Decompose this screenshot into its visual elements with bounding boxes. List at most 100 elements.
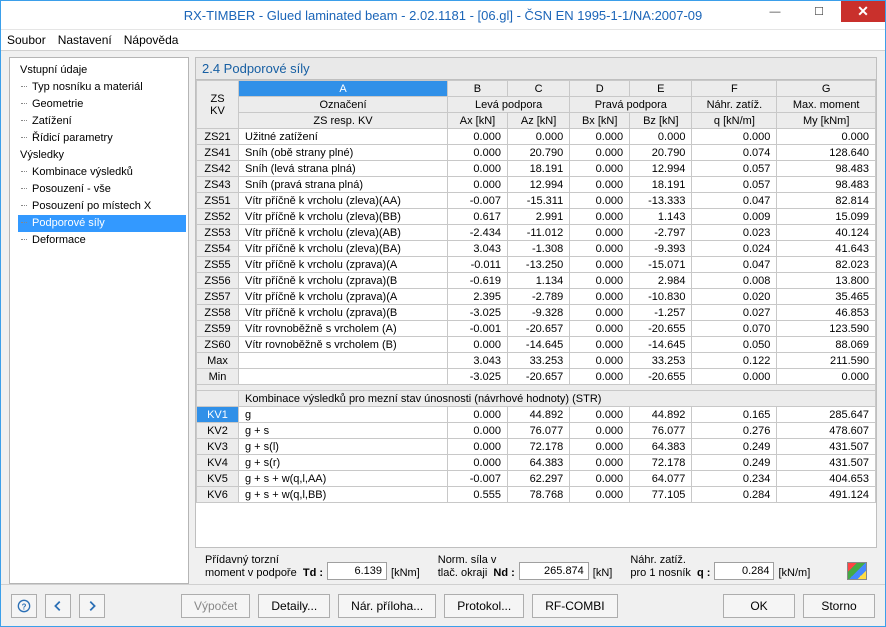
cell-bz: 77.105 bbox=[630, 487, 692, 503]
table-row[interactable]: ZS53 Vítr příčně k vrcholu (zleva)(AB) -… bbox=[197, 225, 876, 241]
col-letter-b[interactable]: B bbox=[448, 81, 508, 97]
cell-bx: 0.000 bbox=[570, 305, 630, 321]
results-grid[interactable]: ZSKV A B C D E F G Označení Levá podpora bbox=[195, 79, 877, 548]
col-ax[interactable]: Ax [kN] bbox=[448, 113, 508, 129]
col-letter-e[interactable]: E bbox=[630, 81, 692, 97]
torsion-input[interactable] bbox=[327, 562, 387, 580]
cell-az: 20.790 bbox=[507, 145, 569, 161]
prev-icon-button[interactable] bbox=[45, 594, 71, 618]
cell-bx: 0.000 bbox=[570, 487, 630, 503]
protokol-button[interactable]: Protokol... bbox=[444, 594, 524, 618]
nahr-input[interactable] bbox=[714, 562, 774, 580]
cell-az: 2.991 bbox=[507, 209, 569, 225]
col-nahr-zatiz[interactable]: Náhr. zatíž. bbox=[692, 97, 777, 113]
cell-ax: 0.000 bbox=[448, 161, 508, 177]
cell-bx: 0.000 bbox=[570, 471, 630, 487]
cell-bx: 0.000 bbox=[570, 225, 630, 241]
col-my[interactable]: My [kNm] bbox=[777, 113, 876, 129]
table-row[interactable]: ZS56 Vítr příčně k vrcholu (zprava)(B -0… bbox=[197, 273, 876, 289]
menu-soubor[interactable]: Soubor bbox=[7, 33, 46, 47]
detaily-button[interactable]: Detaily... bbox=[258, 594, 330, 618]
col-bz[interactable]: Bz [kN] bbox=[630, 113, 692, 129]
nav-vysledky[interactable]: Výsledky bbox=[18, 147, 186, 164]
panel-title: 2.4 Podporové síly bbox=[195, 57, 877, 79]
nav-podporove-sily[interactable]: Podporové síly bbox=[18, 215, 186, 232]
cell-q: 0.000 bbox=[692, 369, 777, 385]
cell-q: 0.047 bbox=[692, 257, 777, 273]
menu-napoveda[interactable]: Nápověda bbox=[124, 33, 179, 47]
nav-vstupni-udaje[interactable]: Vstupní údaje bbox=[18, 62, 186, 79]
cell-ax: 0.000 bbox=[448, 337, 508, 353]
row-label: g + s(l) bbox=[239, 439, 448, 455]
col-az[interactable]: Az [kN] bbox=[507, 113, 569, 129]
table-row[interactable]: ZS58 Vítr příčně k vrcholu (zprava)(B -3… bbox=[197, 305, 876, 321]
col-zs-kv[interactable]: ZSKV bbox=[197, 81, 239, 129]
table-row[interactable]: ZS54 Vítr příčně k vrcholu (zleva)(BA) 3… bbox=[197, 241, 876, 257]
nav-geometrie[interactable]: Geometrie bbox=[18, 96, 186, 113]
nav-ridici-parametry[interactable]: Řídicí parametry bbox=[18, 130, 186, 147]
table-row[interactable]: ZS43 Sníh (pravá strana plná) 0.000 12.9… bbox=[197, 177, 876, 193]
color-legend-button[interactable] bbox=[847, 562, 867, 580]
nav-typ-nosniku[interactable]: Typ nosníku a materiál bbox=[18, 79, 186, 96]
cell-bx: 0.000 bbox=[570, 321, 630, 337]
col-bx[interactable]: Bx [kN] bbox=[570, 113, 630, 129]
table-row[interactable]: ZS60 Vítr rovnoběžně s vrcholem (B) 0.00… bbox=[197, 337, 876, 353]
table-row[interactable]: ZS41 Sníh (obě strany plné) 0.000 20.790… bbox=[197, 145, 876, 161]
col-letter-c[interactable]: C bbox=[507, 81, 569, 97]
nav-deformace[interactable]: Deformace bbox=[18, 232, 186, 249]
minimize-button[interactable]: — bbox=[753, 1, 797, 22]
nav-zatizeni[interactable]: Zatížení bbox=[18, 113, 186, 130]
col-max-moment[interactable]: Max. moment bbox=[777, 97, 876, 113]
torsion-unit: [kNm] bbox=[391, 567, 420, 580]
table-row[interactable]: Min -3.025 -20.657 0.000 -20.655 0.000 0… bbox=[197, 369, 876, 385]
table-row[interactable]: KV4 g + s(r) 0.000 64.383 0.000 72.178 0… bbox=[197, 455, 876, 471]
cell-az: 76.077 bbox=[507, 423, 569, 439]
table-row[interactable]: ZS55 Vítr příčně k vrcholu (zprava)(A -0… bbox=[197, 257, 876, 273]
col-oznaceni-sub[interactable]: ZS resp. KV bbox=[239, 113, 448, 129]
close-button[interactable]: ✕ bbox=[841, 1, 885, 22]
row-label: g + s(r) bbox=[239, 455, 448, 471]
table-row[interactable]: KV5 g + s + w(q,l,AA) -0.007 62.297 0.00… bbox=[197, 471, 876, 487]
col-letter-d[interactable]: D bbox=[570, 81, 630, 97]
table-row[interactable]: KV6 g + s + w(q,l,BB) 0.555 78.768 0.000… bbox=[197, 487, 876, 503]
vypocet-button[interactable]: Výpočet bbox=[181, 594, 250, 618]
col-q[interactable]: q [kN/m] bbox=[692, 113, 777, 129]
table-row[interactable]: ZS51 Vítr příčně k vrcholu (zleva)(AA) -… bbox=[197, 193, 876, 209]
table-row[interactable]: ZS57 Vítr příčně k vrcholu (zprava)(A 2.… bbox=[197, 289, 876, 305]
col-letter-g[interactable]: G bbox=[777, 81, 876, 97]
col-oznaceni[interactable]: Označení bbox=[239, 97, 448, 113]
menu-nastaveni[interactable]: Nastavení bbox=[58, 33, 112, 47]
norm-input[interactable] bbox=[519, 562, 589, 580]
row-label: Vítr příčně k vrcholu (zleva)(AA) bbox=[239, 193, 448, 209]
cell-my: 478.607 bbox=[777, 423, 876, 439]
nav-posouzeni-x[interactable]: Posouzení po místech X bbox=[18, 198, 186, 215]
help-icon-button[interactable]: ? bbox=[11, 594, 37, 618]
nav-posouzeni-vse[interactable]: Posouzení - vše bbox=[18, 181, 186, 198]
next-icon-button[interactable] bbox=[79, 594, 105, 618]
row-id: KV4 bbox=[197, 455, 239, 471]
table-row[interactable]: ZS59 Vítr rovnoběžně s vrcholem (A) -0.0… bbox=[197, 321, 876, 337]
col-letter-f[interactable]: F bbox=[692, 81, 777, 97]
maximize-button[interactable]: ☐ bbox=[797, 1, 841, 22]
table-row[interactable]: ZS42 Sníh (levá strana plná) 0.000 18.19… bbox=[197, 161, 876, 177]
cell-my: 15.099 bbox=[777, 209, 876, 225]
nav-kombinace[interactable]: Kombinace výsledků bbox=[18, 164, 186, 181]
col-leva-podpora[interactable]: Levá podpora bbox=[448, 97, 570, 113]
cell-az: -2.789 bbox=[507, 289, 569, 305]
table-row[interactable]: KV2 g + s 0.000 76.077 0.000 76.077 0.27… bbox=[197, 423, 876, 439]
ok-button[interactable]: OK bbox=[723, 594, 795, 618]
nav-tree[interactable]: Vstupní údaje Typ nosníku a materiál Geo… bbox=[9, 57, 189, 584]
table-row[interactable]: ZS52 Vítr příčně k vrcholu (zleva)(BB) 0… bbox=[197, 209, 876, 225]
nar-priloha-button[interactable]: Nár. příloha... bbox=[338, 594, 436, 618]
row-label: Vítr příčně k vrcholu (zprava)(B bbox=[239, 273, 448, 289]
cell-q: 0.057 bbox=[692, 161, 777, 177]
col-letter-a[interactable]: A bbox=[239, 81, 448, 97]
rf-combi-button[interactable]: RF-COMBI bbox=[532, 594, 617, 618]
table-row[interactable]: Max 3.043 33.253 0.000 33.253 0.122 211.… bbox=[197, 353, 876, 369]
cell-my: 128.640 bbox=[777, 145, 876, 161]
table-row[interactable]: KV1 g 0.000 44.892 0.000 44.892 0.165 28… bbox=[197, 407, 876, 423]
table-row[interactable]: ZS21 Užitné zatížení 0.000 0.000 0.000 0… bbox=[197, 129, 876, 145]
storno-button[interactable]: Storno bbox=[803, 594, 875, 618]
table-row[interactable]: KV3 g + s(l) 0.000 72.178 0.000 64.383 0… bbox=[197, 439, 876, 455]
col-prava-podpora[interactable]: Pravá podpora bbox=[570, 97, 692, 113]
